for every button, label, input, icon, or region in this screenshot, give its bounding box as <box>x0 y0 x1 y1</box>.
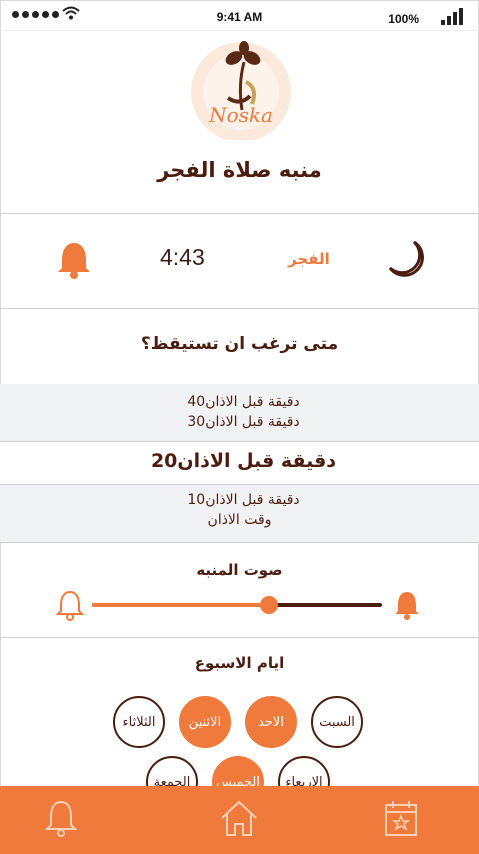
bell-icon[interactable] <box>44 798 78 838</box>
day-monday[interactable]: الاثنين <box>179 696 231 748</box>
sound-title: صوت المنبه <box>196 561 283 579</box>
picker-option-selected[interactable]: دقيقة قبل الاذان20 <box>0 450 479 472</box>
calendar-icon[interactable] <box>383 798 419 838</box>
bell-icon[interactable] <box>57 240 91 280</box>
picker-option[interactable]: دقيقة قبل الاذان10 <box>0 492 479 508</box>
divider <box>0 308 479 309</box>
app-logo: Noska <box>191 41 291 140</box>
day-saturday[interactable]: السبت <box>311 696 363 748</box>
svg-text:Noska: Noska <box>208 103 273 127</box>
day-sunday[interactable]: الاحد <box>245 696 297 748</box>
crescent-moon-icon <box>388 240 424 277</box>
battery-percent: 100% <box>388 12 419 26</box>
prayer-time: 4:43 <box>160 244 205 270</box>
picker-option[interactable]: دقيقة قبل الاذان40 <box>0 394 479 410</box>
picker-option[interactable]: دقيقة قبل الاذان30 <box>0 414 479 430</box>
prayer-row: 4:43 الفجر <box>0 214 479 308</box>
volume-slider-knob[interactable] <box>259 596 278 614</box>
home-icon[interactable] <box>219 798 259 838</box>
bell-outline-icon <box>56 590 84 621</box>
cell-bars-icon <box>441 8 463 25</box>
day-tuesday[interactable]: الثلاثاء <box>113 696 165 748</box>
prayer-name: الفجر <box>288 250 330 268</box>
divider <box>0 637 479 638</box>
status-bar: 9:41 AM 100% <box>0 0 479 31</box>
divider <box>0 542 479 543</box>
bottom-tab-bar <box>0 786 479 854</box>
bell-icon <box>395 592 419 620</box>
volume-slider-fill <box>92 603 269 607</box>
wake-question: متى ترغب ان تستيقظ؟ <box>140 334 339 354</box>
volume-slider[interactable] <box>92 596 382 614</box>
days-title: ايام الاسبوع <box>194 654 285 672</box>
page-title: منبه صلاة الفجر <box>157 158 322 182</box>
picker-option[interactable]: وقت الاذان <box>0 512 479 528</box>
